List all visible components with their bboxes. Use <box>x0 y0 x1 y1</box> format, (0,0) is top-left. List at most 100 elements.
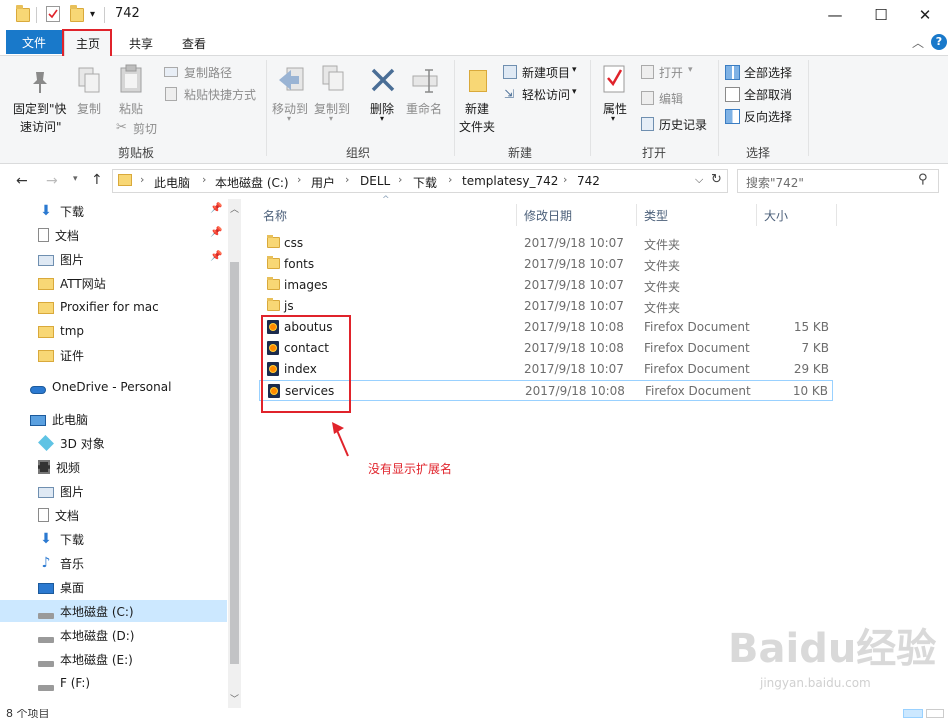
sidebar-item[interactable]: 文档 <box>0 504 227 526</box>
sidebar-item[interactable]: 图片 📌 <box>0 248 227 270</box>
file-type: Firefox Document <box>644 320 750 334</box>
file-name: images <box>284 278 328 292</box>
sidebar-item[interactable]: 视频 <box>0 456 227 478</box>
file-row[interactable]: css 2017/9/18 10:07 文件夹 <box>259 233 833 254</box>
column-header-size[interactable]: 大小 <box>760 204 837 226</box>
sidebar-item[interactable]: tmp <box>0 320 227 342</box>
sidebar-item[interactable]: 本地磁盘 (C:) <box>0 600 227 622</box>
sidebar-item[interactable]: ATT网站 <box>0 272 227 294</box>
properties-check-icon[interactable] <box>46 6 60 22</box>
sidebar-item[interactable]: 3D 对象 <box>0 432 227 454</box>
column-header-name[interactable]: 名称 <box>259 204 517 226</box>
copy-button[interactable]: 复制 <box>74 64 106 124</box>
edit-button[interactable]: 编辑 <box>640 90 710 108</box>
tab-share[interactable]: 共享 <box>118 30 164 56</box>
tab-file[interactable]: 文件 <box>6 30 62 54</box>
pin-quick-access-button[interactable]: 固定到"快 速访问" <box>10 64 70 134</box>
tab-view[interactable]: 查看 <box>170 30 218 56</box>
close-button[interactable]: ✕ <box>902 0 948 30</box>
sidebar-item[interactable]: 本地磁盘 (D:) <box>0 624 227 646</box>
chevron-right-icon[interactable]: › <box>448 173 452 186</box>
chevron-right-icon[interactable]: › <box>297 173 301 186</box>
new-folder-button[interactable]: 新建 文件夹 <box>458 64 500 136</box>
scroll-down-icon[interactable]: ﹀ <box>230 692 239 705</box>
window-title: 742 <box>115 6 140 21</box>
help-icon[interactable]: ? <box>931 34 947 50</box>
breadcrumb-this-pc[interactable]: 此电脑 <box>154 174 190 191</box>
copy-path-button[interactable]: 复制路径 <box>164 64 264 82</box>
folder-icon <box>38 350 54 362</box>
column-header-type[interactable]: 类型 <box>640 204 757 226</box>
details-view-icon[interactable] <box>903 709 923 718</box>
sidebar-item[interactable]: 证件 <box>0 344 227 366</box>
properties-button[interactable]: 属性 ▾ <box>596 64 634 136</box>
cut-button[interactable]: ✂ 剪切 <box>116 120 166 138</box>
file-row[interactable]: images 2017/9/18 10:07 文件夹 <box>259 275 833 296</box>
search-icon[interactable]: ⚲ <box>918 172 928 187</box>
qat-dropdown-icon[interactable]: ▾ <box>90 9 95 20</box>
qat-separator <box>104 7 105 23</box>
sidebar-item[interactable]: 此电脑 <box>0 408 227 430</box>
breadcrumb-742[interactable]: 742 <box>577 174 600 188</box>
copy-to-button[interactable]: 复制到 ▾ <box>314 64 354 126</box>
chevron-right-icon[interactable]: › <box>140 173 144 186</box>
paste-shortcut-button[interactable]: 粘贴快捷方式 <box>164 86 264 104</box>
sidebar-item[interactable]: 图片 <box>0 480 227 502</box>
nav-scrollbar-thumb[interactable] <box>230 262 239 664</box>
breadcrumb-dell[interactable]: DELL <box>360 174 390 188</box>
group-divider <box>718 60 719 156</box>
sidebar-item[interactable]: ♪ 音乐 <box>0 552 227 574</box>
search-input[interactable]: 搜索"742" ⚲ <box>737 169 939 193</box>
sidebar-item[interactable]: ⬇ 下载 📌 <box>0 200 227 222</box>
sidebar-item[interactable]: Proxifier for mac <box>0 296 227 318</box>
select-none-button[interactable]: 全部取消 <box>724 86 804 104</box>
breadcrumb-templatesy[interactable]: templatesy_742 <box>462 174 558 188</box>
up-arrow-icon[interactable]: ↑ <box>91 172 103 188</box>
file-name: css <box>284 236 304 250</box>
paste-button[interactable]: 粘贴 <box>114 64 148 124</box>
file-type: 文件夹 <box>644 238 681 252</box>
open-button[interactable]: 打开 ▾ <box>640 64 710 82</box>
address-dropdown-icon[interactable]: ⌵ <box>695 173 703 187</box>
chevron-right-icon[interactable]: › <box>563 173 567 186</box>
minimize-button[interactable]: — <box>812 0 858 30</box>
breadcrumb-users[interactable]: 用户 <box>311 174 335 191</box>
sidebar-item[interactable]: ⬇ 下载 <box>0 528 227 550</box>
easy-access-label: 轻松访问 <box>522 88 571 102</box>
delete-button[interactable]: 删除 ▾ <box>366 64 400 126</box>
chevron-down-icon: ▾ <box>287 114 292 123</box>
column-header-date[interactable]: 修改日期 <box>520 204 637 226</box>
sidebar-item[interactable]: 桌面 <box>0 576 227 598</box>
chevron-right-icon[interactable]: › <box>202 173 206 186</box>
file-row[interactable]: fonts 2017/9/18 10:07 文件夹 <box>259 254 833 275</box>
scroll-up-icon[interactable]: ︿ <box>230 202 239 215</box>
maximize-button[interactable]: ☐ <box>858 0 904 30</box>
collapse-ribbon-icon[interactable]: ︿ <box>912 34 924 51</box>
move-to-button[interactable]: 移动到 ▾ <box>272 64 312 126</box>
easy-access-button[interactable]: ⇲ 轻松访问 ▾ <box>502 86 584 104</box>
history-button[interactable]: 历史记录 <box>640 116 716 134</box>
forward-arrow-icon[interactable]: → <box>46 173 58 189</box>
back-arrow-icon[interactable]: ← <box>16 173 28 189</box>
paste-shortcut-label: 粘贴快捷方式 <box>184 88 257 102</box>
sidebar-item[interactable]: OneDrive - Personal <box>0 376 227 398</box>
chevron-right-icon[interactable]: › <box>345 173 349 186</box>
new-folder-qat-icon[interactable] <box>70 5 84 22</box>
new-item-button[interactable]: 新建项目 ▾ <box>502 64 584 82</box>
chevron-right-icon[interactable]: › <box>398 173 402 186</box>
sidebar-item[interactable]: 文档 📌 <box>0 224 227 246</box>
select-all-button[interactable]: 全部选择 <box>724 64 804 82</box>
large-icons-view-icon[interactable] <box>926 709 944 718</box>
breadcrumb-drive-c[interactable]: 本地磁盘 (C:) <box>215 174 289 191</box>
sidebar-item[interactable]: 本地磁盘 (E:) <box>0 648 227 670</box>
sidebar-item-label: ATT网站 <box>60 276 106 291</box>
history-icon <box>641 117 654 131</box>
rename-button[interactable]: 重命名 <box>404 64 448 126</box>
file-row[interactable]: js 2017/9/18 10:07 文件夹 <box>259 296 833 317</box>
breadcrumb-downloads[interactable]: 下载 <box>413 174 437 191</box>
pin-label-1: 固定到"快 <box>13 102 67 116</box>
refresh-icon[interactable]: ↻ <box>711 172 722 187</box>
sidebar-item[interactable]: F (F:) <box>0 672 227 694</box>
recent-locations-icon[interactable]: ▾ <box>73 174 78 184</box>
invert-selection-button[interactable]: 反向选择 <box>724 108 804 126</box>
